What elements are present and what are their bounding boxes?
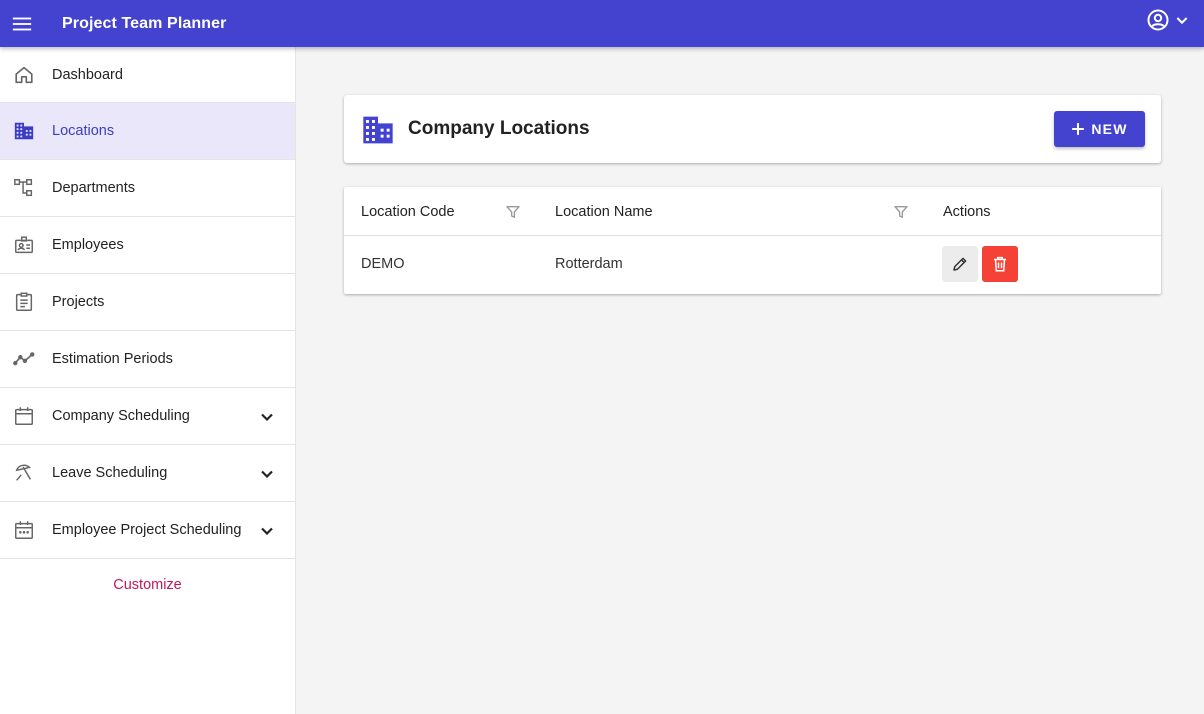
- filter-icon[interactable]: [893, 204, 909, 220]
- sidebar-item-label: Projects: [52, 294, 105, 310]
- app-title: Project Team Planner: [62, 14, 227, 32]
- clipboard-icon: [12, 290, 36, 314]
- plus-icon: [1072, 123, 1085, 135]
- trash-icon: [994, 256, 1006, 272]
- new-location-button[interactable]: NEW: [1054, 111, 1145, 147]
- filter-icon[interactable]: [505, 204, 521, 220]
- column-header-actions: Actions: [943, 204, 991, 220]
- chevron-down-icon: [1176, 17, 1188, 25]
- sidebar-item-dashboard[interactable]: Dashboard: [0, 47, 295, 103]
- chevron-down-icon[interactable]: [257, 464, 277, 484]
- table-header: Location Code Location Name Actions: [344, 187, 1161, 236]
- sidebar-item-label: Locations: [52, 123, 115, 139]
- chevron-down-icon[interactable]: [257, 521, 277, 541]
- sidebar-item-departments[interactable]: Departments: [0, 160, 295, 217]
- sidebar-item-company-scheduling[interactable]: Company Scheduling: [0, 388, 295, 445]
- trend-line-icon: [12, 347, 36, 371]
- sidebar-item-label: Employee Project Scheduling: [52, 522, 242, 538]
- sidebar-item-locations[interactable]: Locations: [0, 103, 295, 160]
- building-icon: [12, 119, 36, 143]
- sidebar-item-label: Company Scheduling: [52, 408, 190, 424]
- calendar-icon: [12, 404, 36, 428]
- customize-link[interactable]: Customize: [0, 577, 295, 593]
- sidebar-item-employee-project-scheduling[interactable]: Employee Project Scheduling: [0, 502, 295, 559]
- sidebar-item-label: Departments: [52, 180, 136, 196]
- edit-icon: [953, 257, 967, 271]
- column-header-location-code[interactable]: Location Code: [361, 204, 455, 220]
- new-button-label: NEW: [1091, 121, 1128, 137]
- delete-button[interactable]: [982, 246, 1018, 282]
- column-header-location-name[interactable]: Location Name: [555, 204, 653, 220]
- app-bar: Project Team Planner: [0, 0, 1204, 47]
- beach-umbrella-icon: [12, 461, 36, 485]
- menu-icon: [12, 17, 32, 30]
- sidebar-item-label: Leave Scheduling: [52, 465, 168, 481]
- locations-table: Location Code Location Name Actions DEMO…: [344, 187, 1161, 294]
- sidebar-item-employees[interactable]: Employees: [0, 217, 295, 274]
- table-row[interactable]: DEMO Rotterdam: [344, 236, 1161, 293]
- page-title: Company Locations: [408, 118, 590, 139]
- calendar-dots-icon: [12, 518, 36, 542]
- cell-location-code: DEMO: [361, 256, 405, 272]
- hierarchy-icon: [12, 176, 36, 200]
- sidebar-item-label: Employees: [52, 237, 124, 253]
- chevron-down-icon[interactable]: [257, 407, 277, 427]
- sidebar-item-projects[interactable]: Projects: [0, 274, 295, 331]
- sidebar-item-estimation-periods[interactable]: Estimation Periods: [0, 331, 295, 388]
- account-circle-icon: [1147, 9, 1169, 31]
- menu-button[interactable]: [0, 0, 44, 47]
- badge-icon: [12, 233, 36, 257]
- cell-location-name: Rotterdam: [555, 256, 623, 272]
- sidebar-item-leave-scheduling[interactable]: Leave Scheduling: [0, 445, 295, 502]
- sidebar: Dashboard Locations Departments Employee…: [0, 47, 296, 714]
- home-icon: [12, 63, 36, 87]
- page-header-card: Company Locations NEW: [344, 95, 1161, 163]
- building-icon: [363, 116, 393, 144]
- sidebar-item-label: Estimation Periods: [52, 351, 173, 367]
- edit-button[interactable]: [942, 246, 978, 282]
- account-menu-button[interactable]: [1146, 8, 1190, 32]
- sidebar-item-label: Dashboard: [52, 66, 123, 83]
